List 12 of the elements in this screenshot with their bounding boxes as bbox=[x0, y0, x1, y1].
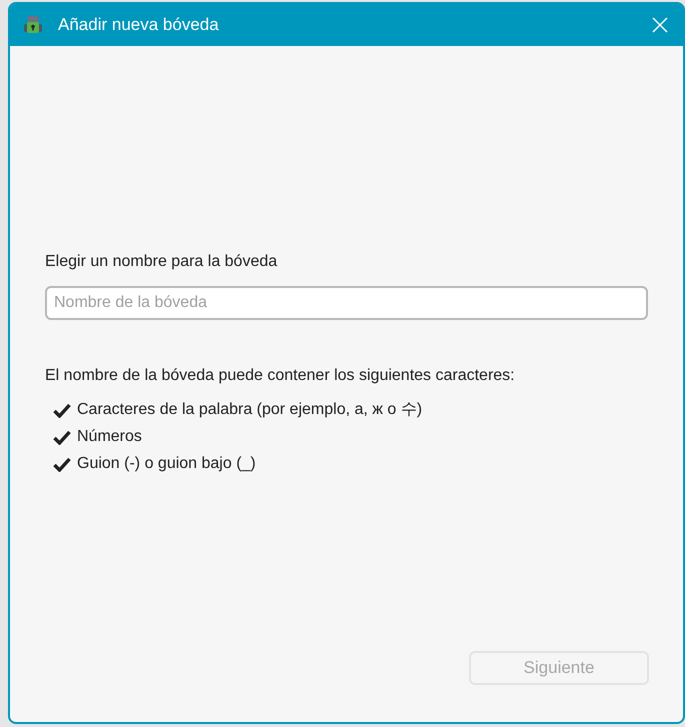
rule-item: Números bbox=[77, 427, 142, 447]
close-icon bbox=[652, 17, 668, 33]
checkmark-icon bbox=[53, 456, 71, 472]
rule-item: Guion (-) o guion bajo (_) bbox=[77, 454, 256, 474]
vault-name-field[interactable]: Nombre de la bóveda bbox=[45, 286, 648, 320]
rules-intro: El nombre de la bóveda puede contener los siguientes caracteres: bbox=[45, 366, 516, 386]
checkmark-icon bbox=[53, 402, 71, 418]
robot-lock-icon bbox=[22, 14, 44, 36]
rule-item: Caracteres de la palabra (por ejemplo, a, ж o 수) bbox=[77, 400, 422, 420]
checkmark-icon bbox=[53, 430, 71, 444]
window-title: Añadir nueva bóveda bbox=[58, 14, 219, 36]
field-label: Elegir un nombre para la bóveda bbox=[45, 252, 278, 272]
